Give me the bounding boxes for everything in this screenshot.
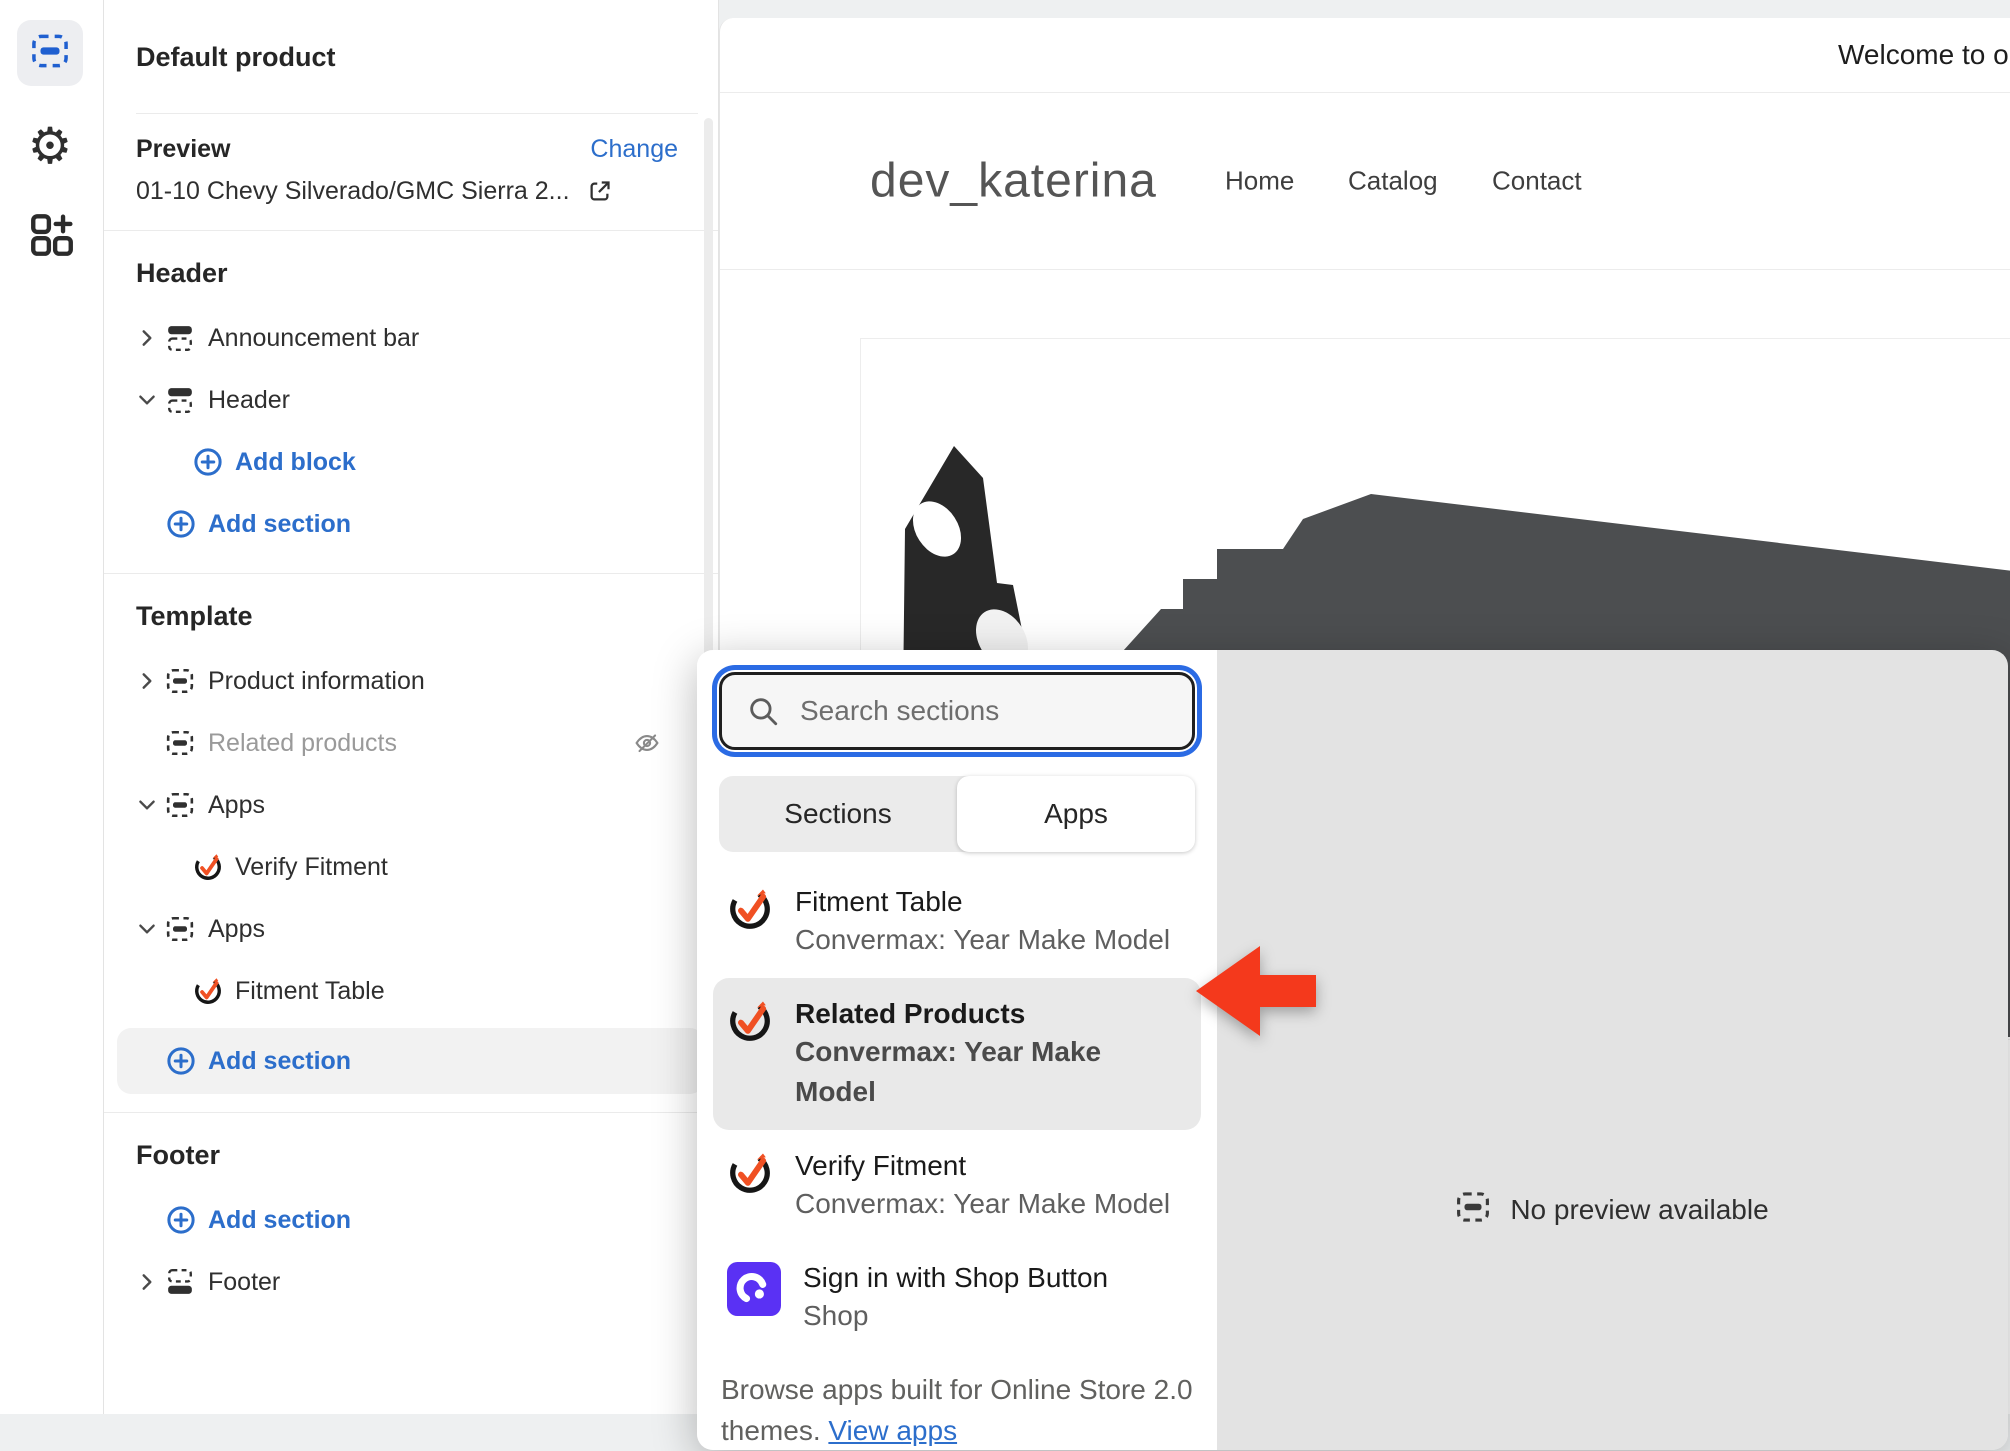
chevron-down-icon [136,794,166,816]
group-heading: Header [136,257,718,289]
search-icon [746,694,780,728]
external-link-icon[interactable] [586,178,613,205]
chevron-right-icon [136,327,166,349]
app-item-title: Sign in with Shop Button [803,1260,1108,1296]
popover-preview-panel: No preview available [1217,650,2008,1450]
add-block-button[interactable]: Add block [103,431,718,493]
sections-apps-tabs: SectionsApps [719,776,1195,852]
header-section-icon [166,386,208,414]
nav-contact[interactable]: Contact [1492,166,1582,197]
convermax-icon [193,976,235,1006]
preview-label: Preview [136,134,231,164]
theme-settings-button[interactable]: ⚙ [22,118,78,174]
storefront-header: dev_katerina Home Catalog Contact [720,93,2010,270]
convermax-icon [727,886,773,932]
nav-catalog[interactable]: Catalog [1348,166,1438,197]
tab-apps[interactable]: Apps [957,776,1195,852]
browse-apps-note: Browse apps built for Online Store 2.0 t… [721,1370,1193,1451]
app-embeds-button[interactable] [26,210,78,262]
section-icon [166,791,208,819]
footer-section-icon [166,1268,208,1296]
app-embeds-icon [27,210,77,265]
chevron-down-icon [136,389,166,411]
page-title: Default product [136,40,685,74]
shop-logo-icon [727,1262,781,1316]
add-section-popover: SectionsApps Fitment Table Convermax: Ye… [697,650,2008,1450]
nav-home[interactable]: Home [1225,166,1294,197]
app-item-subtitle: Shop [803,1296,1108,1336]
group-heading: Footer [136,1139,718,1171]
app-item-title: Fitment Table [795,884,1170,920]
no-preview-text: No preview available [1510,1194,1768,1226]
sidebar-item-announcement-bar[interactable]: Announcement bar [103,307,718,369]
app-item-verify-fitment[interactable]: Verify Fitment Convermax: Year Make Mode… [713,1130,1201,1242]
chevron-right-icon [136,670,166,692]
section-icon [166,915,208,943]
section-icon [166,667,208,695]
plus-circle-icon [166,1046,208,1076]
sidebar-item-related-products[interactable]: Related products [103,712,718,774]
sidebar-item-apps[interactable]: Apps [103,898,718,960]
app-list: Fitment Table Convermax: Year Make Model… [713,866,1201,1354]
announcement-bar[interactable]: Welcome to ou [720,18,2010,93]
annotation-arrow [1196,946,1318,1038]
add-section-button[interactable]: Add section [103,1189,718,1251]
eye-slash-icon[interactable] [632,728,662,758]
sidebar-item-apps[interactable]: Apps [103,774,718,836]
gear-icon: ⚙ [28,121,73,171]
app-item-title: Verify Fitment [795,1148,1170,1184]
search-box [719,672,1195,750]
sidebar-item-footer[interactable]: Footer [103,1251,718,1313]
add-section-button[interactable]: Add section [117,1028,704,1094]
preview-block: Preview Change 01-10 Chevy Silverado/GMC… [103,114,718,230]
sections-sidebar: Default product Preview Change 01-10 Che… [103,0,719,1414]
app-item-subtitle: Convermax: Year Make Model [795,1184,1170,1224]
app-item-sign-in-with-shop-button[interactable]: Sign in with Shop Button Shop [713,1242,1201,1354]
preview-product-name: 01-10 Chevy Silverado/GMC Sierra 2... [136,176,570,206]
shopify-theme-editor: { "rail": { "tools": [ {"icon": "theme-s… [0,0,2010,1414]
app-item-title: Related Products [795,996,1187,1032]
add-section-button[interactable]: Add section [103,493,718,555]
search-sections-input[interactable] [798,694,1162,728]
app-item-fitment-table[interactable]: Fitment Table Convermax: Year Make Model [713,866,1201,978]
sidebar-item-verify-fitment[interactable]: Verify Fitment [103,836,718,898]
sidebar-item-fitment-table[interactable]: Fitment Table [103,960,718,1022]
plus-circle-icon [193,447,235,477]
sidebar-group-template: Template Product information Related pro… [103,574,718,1112]
app-item-subtitle: Convermax: Year Make Model [795,1032,1187,1112]
change-preview-link[interactable]: Change [590,134,678,164]
sidebar-group-header: Header Announcement bar Header Add block… [103,231,718,573]
plus-circle-icon [166,1205,208,1235]
sidebar-item-header[interactable]: Header [103,369,718,431]
announcement-text: Welcome to ou [1838,39,2010,71]
convermax-icon [193,852,235,882]
chevron-down-icon [136,918,166,940]
convermax-icon [727,1150,773,1196]
plus-circle-icon [166,509,208,539]
popover-list-panel: SectionsApps Fitment Table Convermax: Ye… [697,650,1217,1450]
group-heading: Template [136,600,718,632]
no-preview-section-icon [1456,1190,1490,1229]
theme-sections-icon [31,32,69,75]
chevron-right-icon [136,1271,166,1293]
tab-sections[interactable]: Sections [719,776,957,852]
section-icon [166,729,208,757]
header-section-icon [166,324,208,352]
app-item-subtitle: Convermax: Year Make Model [795,920,1170,960]
store-logo[interactable]: dev_katerina [870,154,1157,209]
sidebar-group-footer: Footer Add section Footer [103,1113,718,1331]
app-item-related-products[interactable]: Related Products Convermax: Year Make Mo… [713,978,1201,1130]
sidebar-item-product-information[interactable]: Product information [103,650,718,712]
sections-tool-button[interactable] [17,20,83,86]
tool-rail: ⚙ [0,0,104,1414]
view-apps-link[interactable]: View apps [828,1415,957,1446]
convermax-icon [727,998,773,1044]
